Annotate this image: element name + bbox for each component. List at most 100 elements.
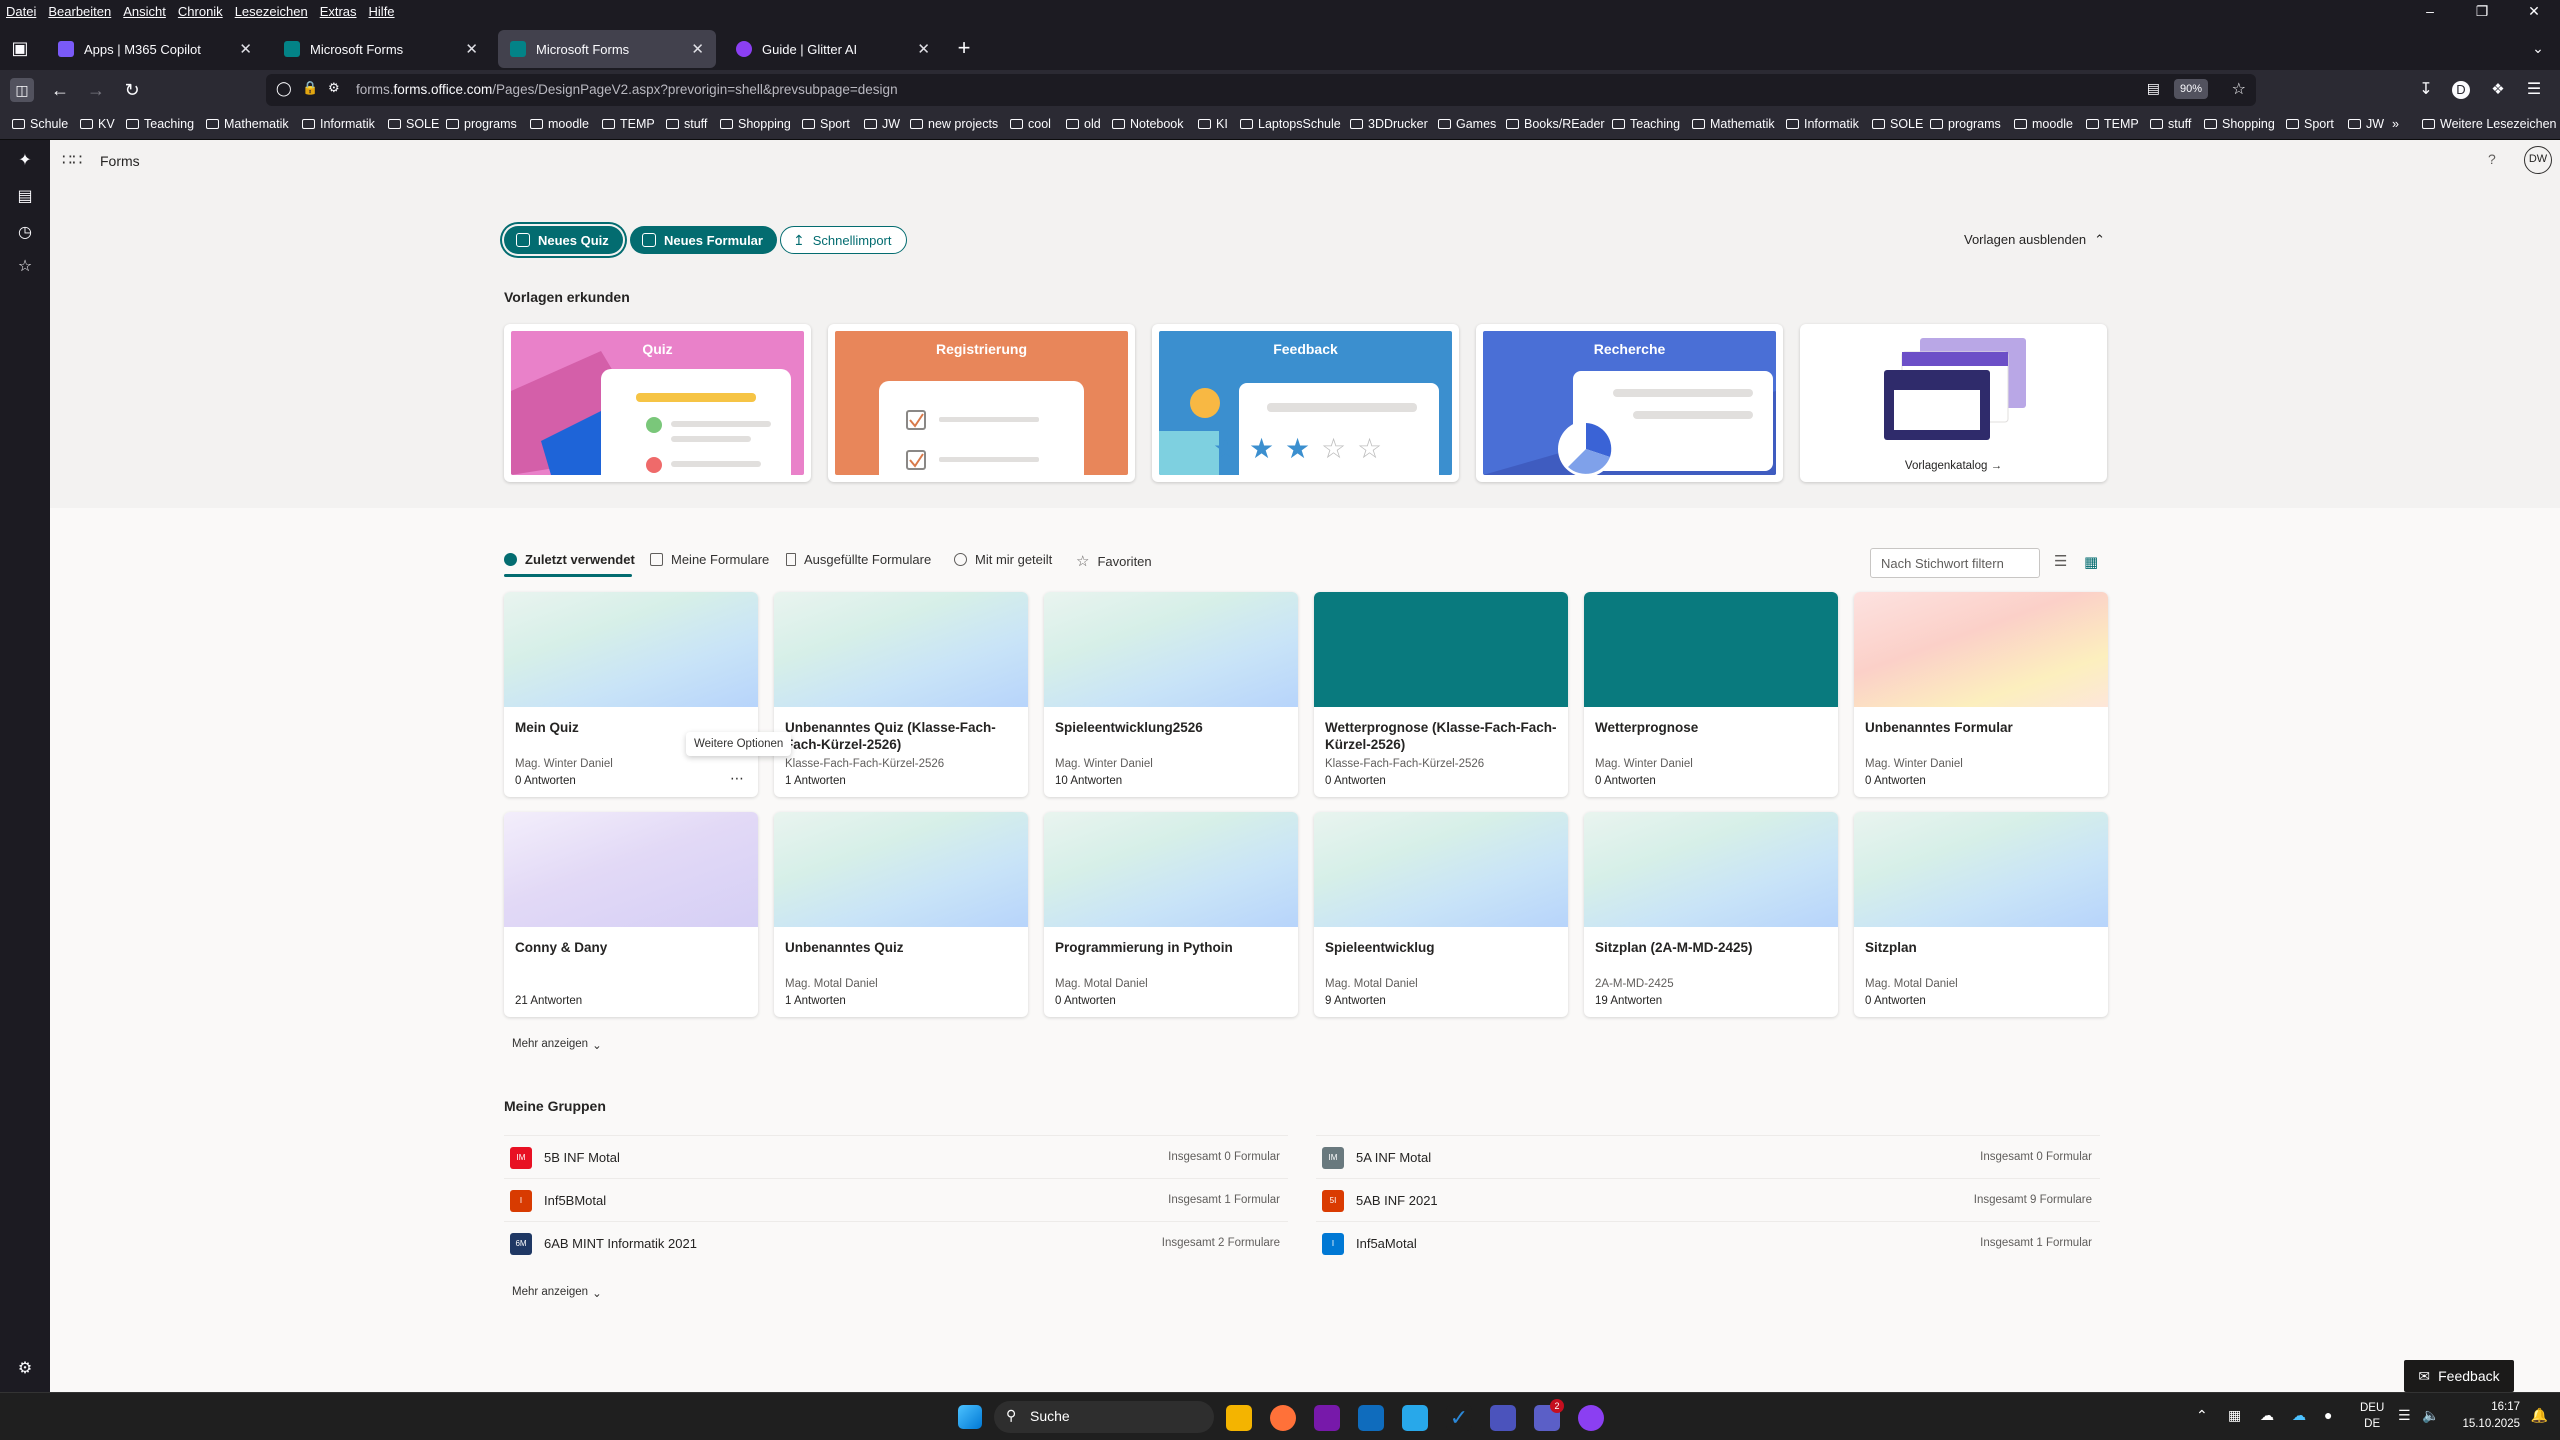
network-icon[interactable]: ☰ [2398, 1407, 2411, 1424]
browser-tab-forms-1[interactable]: Microsoft Forms ✕ [272, 30, 490, 68]
language-indicator[interactable]: DEU DE [2360, 1400, 2384, 1432]
tray-overflow-icon[interactable]: ⌃ [2196, 1407, 2208, 1424]
sync-tabs-icon[interactable]: ▤ [15, 186, 35, 206]
bookmark-folder[interactable]: programs [446, 117, 517, 131]
extensions-icon[interactable]: ❖ [2486, 78, 2510, 102]
onenote-icon[interactable] [1314, 1405, 1340, 1431]
tab-favorites[interactable]: ☆ Favoriten [1076, 552, 1152, 570]
menu-bearbeiten[interactable]: Bearbeiten [48, 4, 111, 19]
bookmark-star-icon[interactable]: ☆ [2232, 79, 2246, 99]
bookmark-folder[interactable]: JW [2348, 117, 2384, 131]
new-tab-icon[interactable]: + [952, 36, 976, 60]
outlook-icon[interactable] [1358, 1405, 1384, 1431]
bookmark-folder[interactable]: Books/REader [1506, 117, 1605, 131]
bookmark-folder[interactable]: KV [80, 117, 115, 131]
list-view-icon[interactable]: ☰ [2054, 552, 2067, 570]
permissions-icon[interactable]: ⚙ [328, 80, 340, 96]
bookmark-folder[interactable]: new projects [910, 117, 998, 131]
minimize-icon[interactable]: – [2404, 0, 2456, 22]
bookmark-folder[interactable]: Informatik [302, 117, 375, 131]
template-catalog-link[interactable]: Vorlagenkatalog → [1800, 460, 2107, 472]
history-icon[interactable]: ◷ [15, 222, 35, 242]
file-explorer-icon[interactable] [1226, 1405, 1252, 1431]
clock[interactable]: 16:17 15.10.2025 [2462, 1399, 2520, 1433]
feedback-button[interactable]: ✉ Feedback [2404, 1360, 2514, 1392]
bookmark-folder[interactable]: Sport [802, 117, 850, 131]
form-card[interactable]: Unbenanntes Quiz (Klasse-Fach-Fach-Kürze… [774, 592, 1028, 797]
bookmark-folder[interactable]: Teaching [1612, 117, 1680, 131]
template-catalog-card[interactable]: Vorlagenkatalog → [1800, 324, 2107, 482]
form-card[interactable]: Unbenanntes Formular Mag. Winter Daniel … [1854, 592, 2108, 797]
bookmark-folder[interactable]: Mathematik [206, 117, 289, 131]
new-form-button[interactable]: Neues Formular [630, 226, 777, 254]
bookmark-folder[interactable]: Shopping [2204, 117, 2275, 131]
onedrive-icon[interactable]: ☁ [2292, 1407, 2306, 1424]
menu-lesezeichen[interactable]: Lesezeichen [235, 4, 308, 19]
bookmark-folder[interactable]: stuff [666, 117, 707, 131]
app-title[interactable]: Forms [100, 153, 140, 169]
browser-tab-forms-active[interactable]: Microsoft Forms ✕ [498, 30, 716, 68]
reader-view-icon[interactable]: ▤ [2147, 80, 2160, 97]
bookmark-folder[interactable]: Informatik [1786, 117, 1859, 131]
zoom-level[interactable]: 90% [2173, 79, 2208, 99]
group-row[interactable]: IM 5A INF Motal Insgesamt 0 Formular [1316, 1135, 2100, 1178]
browser-tab-glitter[interactable]: Guide | Glitter AI ✕ [724, 30, 942, 68]
url-bar[interactable]: ◯ 🔒 ⚙ forms.forms.office.com/Pages/Desig… [266, 74, 2256, 106]
bookmark-folder[interactable]: LaptopsSchule [1240, 117, 1341, 131]
bookmarks-icon[interactable]: ☆ [15, 256, 35, 276]
sidebar-toggle-icon[interactable]: ◫ [10, 78, 34, 102]
taskbar-search[interactable]: ⚲ Suche [994, 1401, 1214, 1433]
form-card[interactable]: Wetterprognose Mag. Winter Daniel 0 Antw… [1584, 592, 1838, 797]
browser-tab-copilot[interactable]: Apps | M365 Copilot ✕ [46, 30, 264, 68]
glitter-app-icon[interactable] [1578, 1405, 1604, 1431]
bookmark-folder[interactable]: TEMP [2086, 117, 2139, 131]
form-card[interactable]: Programmierung in Pythoin Mag. Motal Dan… [1044, 812, 1298, 1017]
app-menu-icon[interactable]: ☰ [2522, 78, 2546, 102]
bookmark-folder[interactable]: Mathematik [1692, 117, 1775, 131]
maximize-icon[interactable]: ❐ [2456, 0, 2508, 22]
template-recherche[interactable]: Recherche [1476, 324, 1783, 482]
app-launcher-icon[interactable]: ∷∷ [62, 150, 82, 170]
template-feedback[interactable]: ★ ★ ★ ☆ ☆ Feedback [1152, 324, 1459, 482]
microphone-icon[interactable]: ● [2324, 1407, 2332, 1423]
cloud-icon[interactable]: ☁ [2260, 1407, 2274, 1424]
quick-import-button[interactable]: ↥ Schnellimport [780, 226, 907, 254]
form-card[interactable]: Spieleentwicklung2526 Mag. Winter Daniel… [1044, 592, 1298, 797]
forward-icon[interactable]: → [84, 78, 108, 102]
avatar[interactable]: DW [2524, 146, 2552, 174]
lock-icon[interactable]: 🔒 [302, 80, 318, 96]
menu-extras[interactable]: Extras [320, 4, 357, 19]
app-icon[interactable] [1490, 1405, 1516, 1431]
firefox-icon[interactable] [1270, 1405, 1296, 1431]
tab-recent[interactable]: Zuletzt verwendet [504, 552, 635, 567]
teams-icon[interactable]: 2 [1534, 1399, 1564, 1431]
form-card[interactable]: Mein Quiz Mag. Winter Daniel 0 Antworten… [504, 592, 758, 797]
template-registrierung[interactable]: Registrierung [828, 324, 1135, 482]
settings-icon[interactable]: ⚙ [15, 1358, 35, 1378]
bookmark-folder[interactable]: Games [1438, 117, 1496, 131]
account-icon[interactable]: D [2452, 81, 2470, 99]
bookmark-folder[interactable]: TEMP [602, 117, 655, 131]
close-tab-icon[interactable]: ✕ [691, 40, 704, 58]
calendar-icon[interactable] [1402, 1405, 1428, 1431]
list-tabs-icon[interactable]: ⌄ [2526, 36, 2550, 60]
menu-chronik[interactable]: Chronik [178, 4, 223, 19]
tab-filled-forms[interactable]: Ausgefüllte Formulare [786, 552, 931, 567]
tab-shared-with-me[interactable]: Mit mir geteilt [954, 552, 1052, 567]
todo-icon[interactable]: ✓ [1446, 1405, 1472, 1431]
volume-icon[interactable]: 🔈 [2422, 1407, 2439, 1424]
form-card[interactable]: Conny & Dany 21 Antworten [504, 812, 758, 1017]
hide-templates-button[interactable]: Vorlagen ausblenden ⌃ [1964, 232, 2105, 248]
bookmark-folder[interactable]: JW [864, 117, 900, 131]
bookmark-folder[interactable]: moodle [2014, 117, 2073, 131]
group-row[interactable]: 5I 5AB INF 2021 Insgesamt 9 Formulare [1316, 1178, 2100, 1221]
bookmark-folder[interactable]: programs [1930, 117, 2001, 131]
tray-app-icon[interactable]: ▦ [2228, 1407, 2241, 1424]
help-icon[interactable]: ? [2488, 151, 2496, 167]
form-card[interactable]: Unbenanntes Quiz Mag. Motal Daniel 1 Ant… [774, 812, 1028, 1017]
form-card[interactable]: Sitzplan (2A-M-MD-2425) 2A-M-MD-2425 19 … [1584, 812, 1838, 1017]
bookmark-folder[interactable]: SOLE [1872, 117, 1923, 131]
group-row[interactable]: I Inf5aMotal Insgesamt 1 Formular [1316, 1221, 2100, 1264]
show-more-groups-link[interactable]: Mehr anzeigen ⌄ [512, 1286, 602, 1300]
bookmark-folder[interactable]: cool [1010, 117, 1051, 131]
